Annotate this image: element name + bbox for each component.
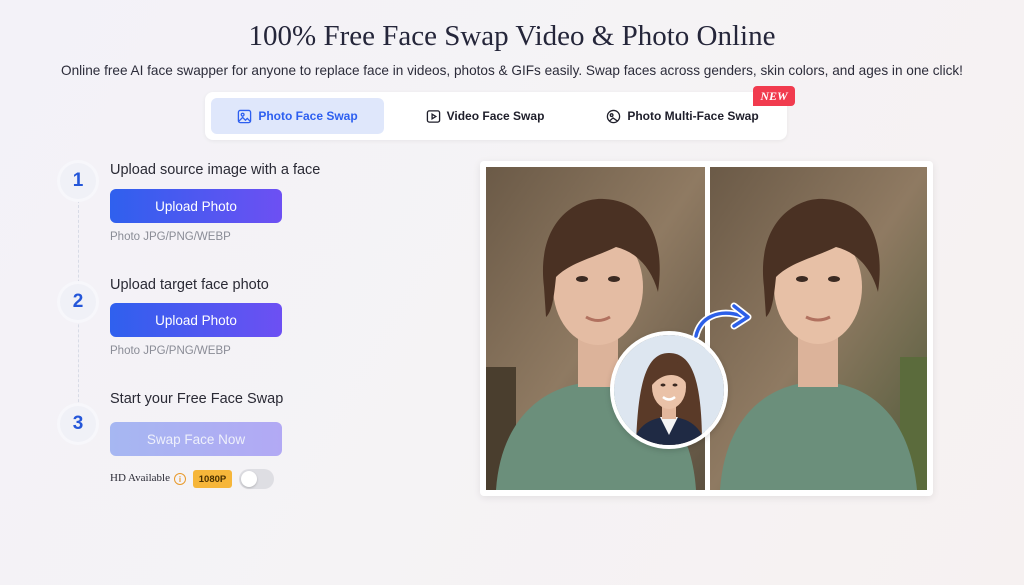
image-icon — [238, 109, 252, 123]
tab-label: Photo Face Swap — [258, 109, 358, 123]
step-3-title: Start your Free Face Swap — [110, 391, 284, 407]
step-2-title: Upload target face photo — [110, 277, 269, 293]
page-subtitle: Online free AI face swapper for anyone t… — [61, 63, 963, 78]
step-number-1: 1 — [60, 163, 96, 199]
step-1-title: Upload source image with a face — [110, 162, 321, 178]
mode-tabs: Photo Face Swap Video Face Swap Photo Mu… — [205, 92, 787, 140]
upload-target-photo-button[interactable]: Upload Photo — [110, 303, 282, 337]
tab-video-face-swap[interactable]: Video Face Swap — [395, 98, 575, 134]
swap-face-now-button[interactable]: Swap Face Now — [110, 422, 282, 456]
swap-arrow-icon — [692, 302, 752, 340]
step-number-3: 3 — [60, 406, 96, 442]
page-title: 100% Free Face Swap Video & Photo Online — [248, 20, 776, 52]
tab-photo-face-swap[interactable]: Photo Face Swap — [211, 98, 384, 134]
tab-label: Video Face Swap — [446, 109, 545, 123]
step-1-format-hint: Photo JPG/PNG/WEBP — [110, 231, 231, 243]
play-icon — [426, 109, 440, 123]
tab-label: Photo Multi-Face Swap — [627, 109, 759, 123]
upload-source-photo-button[interactable]: Upload Photo — [110, 189, 282, 223]
step-2-format-hint: Photo JPG/PNG/WEBP — [110, 345, 231, 357]
toggle-knob — [241, 471, 257, 487]
multi-face-icon — [607, 109, 621, 123]
resolution-badge: 1080P — [193, 470, 232, 488]
tab-photo-multi-face-swap[interactable]: Photo Multi-Face Swap — [585, 98, 780, 134]
hd-toggle[interactable] — [239, 469, 274, 489]
new-badge: NEW — [753, 86, 795, 106]
hd-available-label: HD Available — [110, 472, 170, 484]
info-icon[interactable]: i — [174, 473, 186, 485]
target-face-thumbnail — [610, 331, 728, 449]
step-number-2: 2 — [60, 284, 96, 320]
